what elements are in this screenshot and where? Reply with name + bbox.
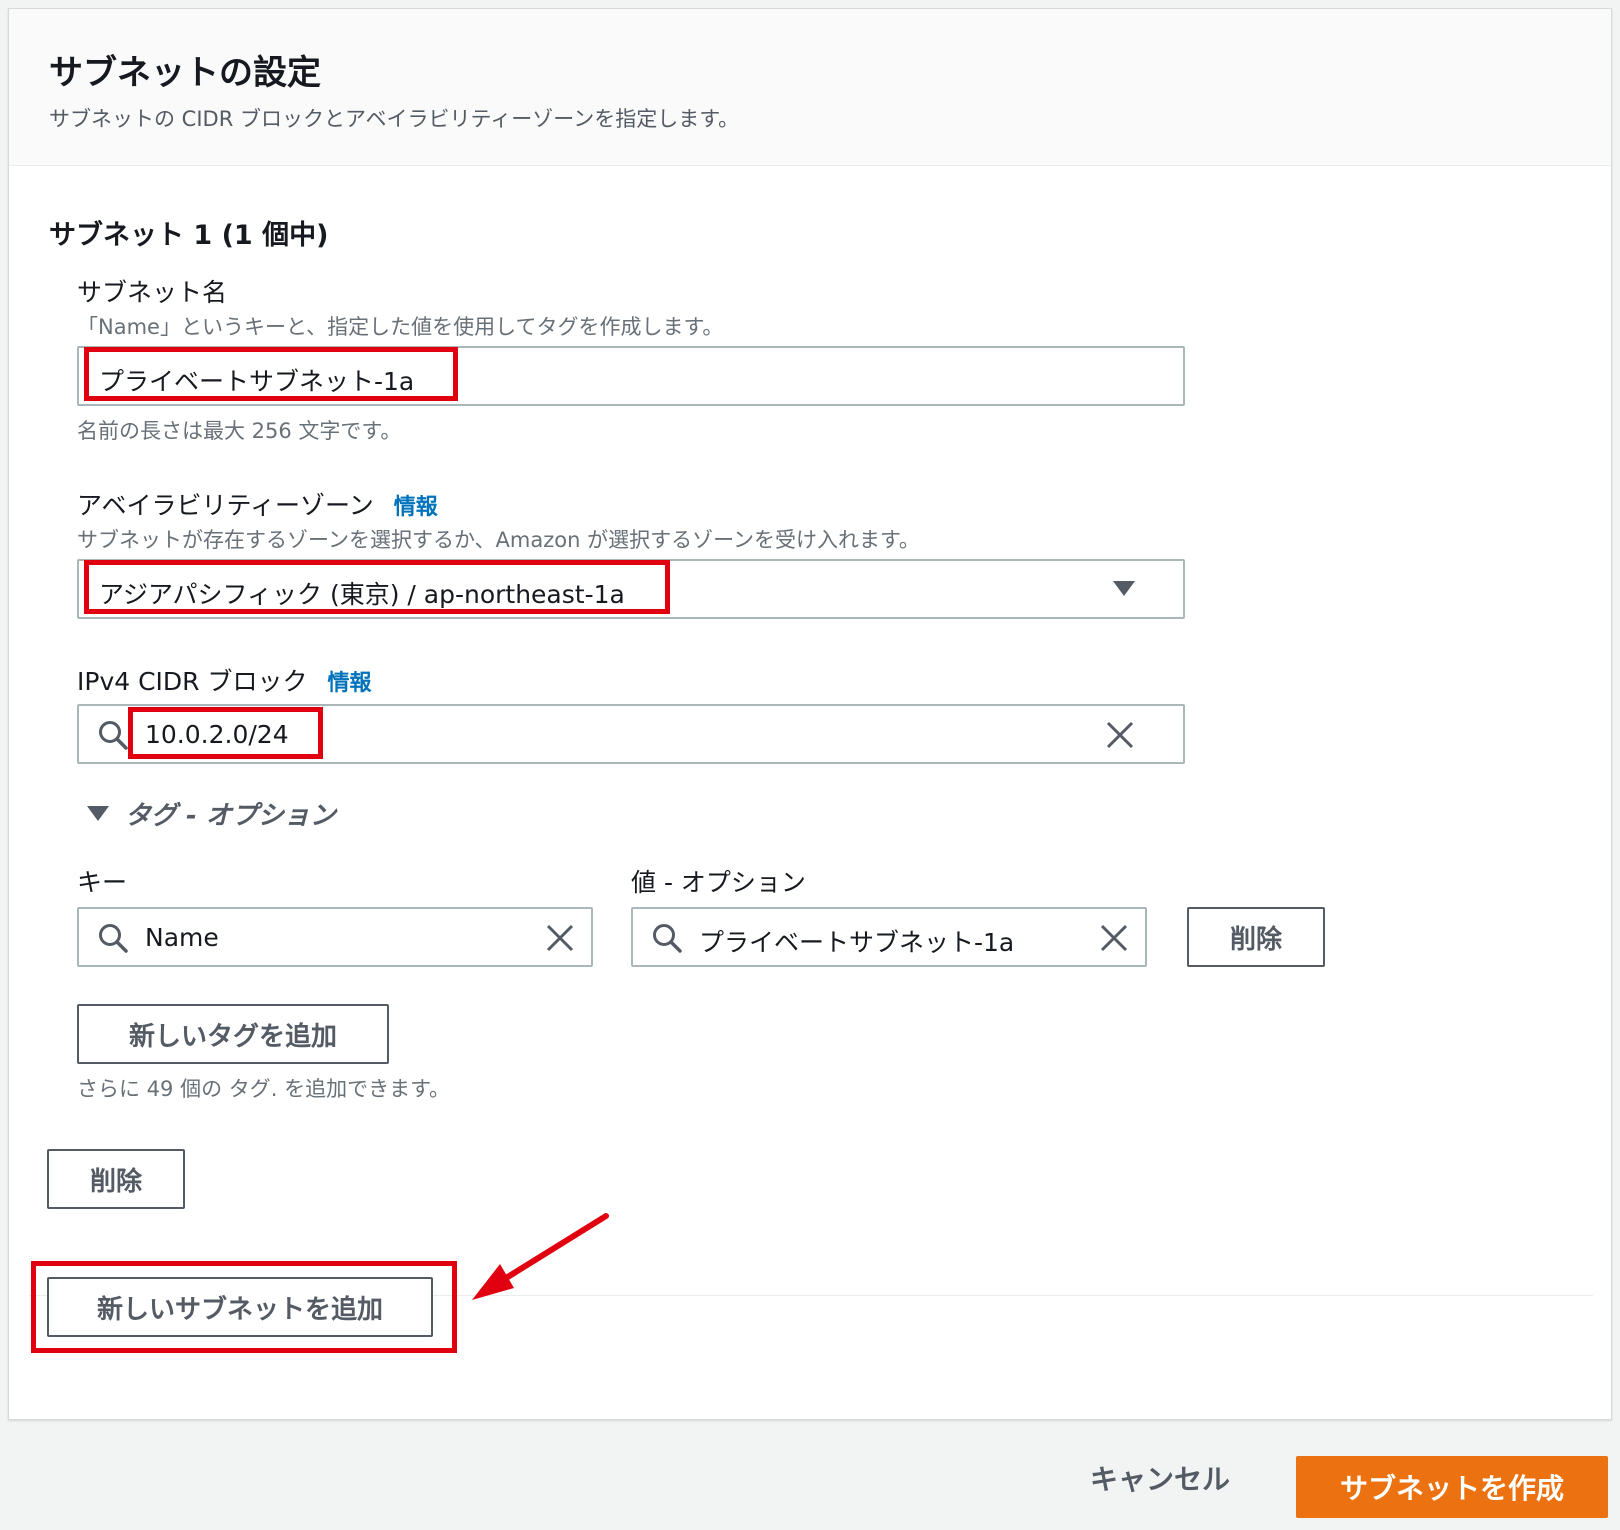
create-subnet-button[interactable]: サブネットを作成 — [1296, 1456, 1608, 1518]
annotation-arrow — [472, 1213, 609, 1300]
cancel-button[interactable]: キャンセル — [1090, 1458, 1230, 1498]
